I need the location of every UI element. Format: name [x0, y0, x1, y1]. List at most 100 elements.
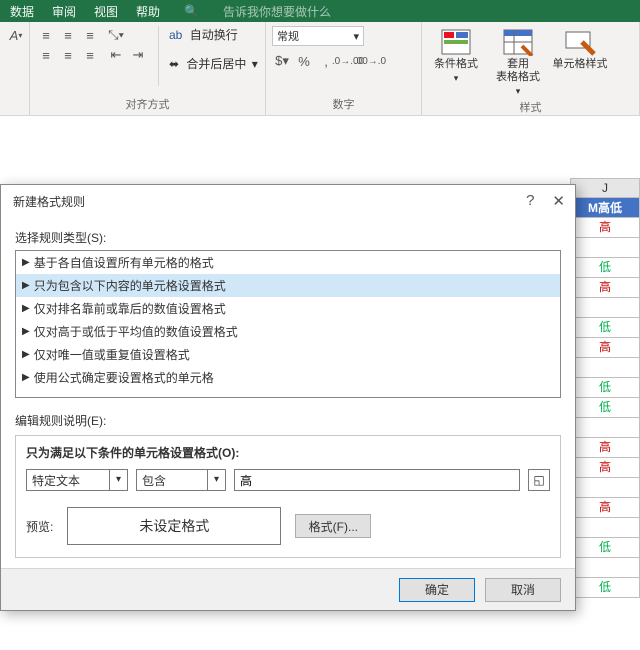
cell[interactable]: 低 [570, 378, 640, 398]
conditional-format-button[interactable]: 条件格式▾ [428, 26, 484, 97]
rule-type-text: 基于各自值设置所有单元格的格式 [34, 254, 214, 271]
rule-type-text: 仅对唯一值或重复值设置格式 [34, 346, 190, 363]
operator-select[interactable]: 包含 ▾ [136, 469, 226, 491]
tab-data[interactable]: 数据 [10, 3, 34, 20]
cell-styles-label: 单元格样式 [553, 58, 608, 71]
tab-review[interactable]: 审阅 [52, 3, 76, 20]
dialog-title: 新建格式规则 [13, 193, 85, 210]
chevron-down-icon: ▾ [207, 470, 225, 490]
cell[interactable]: 高 [570, 438, 640, 458]
cell[interactable] [570, 478, 640, 498]
cell[interactable] [570, 238, 640, 258]
cell[interactable]: 高 [570, 278, 640, 298]
select-rule-type-label: 选择规则类型(S): [15, 229, 561, 246]
search-icon: 🔍 [184, 4, 199, 18]
conditional-format-label: 条件格式 [434, 58, 478, 71]
cell[interactable]: 低 [570, 538, 640, 558]
number-group-label: 数字 [272, 94, 415, 115]
align-left-icon[interactable]: ≡ [36, 46, 56, 64]
cell[interactable]: 高 [570, 218, 640, 238]
header-cell[interactable]: M高低 [570, 198, 640, 218]
align-group-label: 对齐方式 [36, 94, 259, 115]
arrow-icon: ▶ [22, 372, 30, 383]
percent-icon[interactable]: % [294, 52, 314, 70]
arrow-icon: ▶ [22, 257, 30, 268]
cell-styles-button[interactable]: 单元格样式 [552, 26, 608, 97]
range-selector-icon[interactable]: ◱ [528, 469, 550, 491]
close-icon[interactable]: ✕ [552, 192, 565, 210]
font-style-icon[interactable]: A▾ [6, 26, 26, 44]
dec-decimal-icon[interactable]: .00→.0 [360, 52, 380, 70]
number-format-select[interactable]: 常规▾ [272, 26, 364, 46]
rule-type-item[interactable]: ▶ 只为包含以下内容的单元格设置格式 [16, 274, 560, 297]
arrow-icon: ▶ [22, 349, 30, 360]
conditional-format-icon [440, 28, 472, 56]
rule-type-item[interactable]: ▶ 仅对唯一值或重复值设置格式 [16, 343, 560, 366]
format-button[interactable]: 格式(F)... [295, 514, 371, 538]
orientation-icon[interactable]: ⤡▾ [106, 26, 126, 44]
wrap-text-label: 自动换行 [190, 26, 238, 43]
ribbon: A▾ ≡ ≡ ≡ ≡ ≡ ≡ ⤡▾ [0, 22, 640, 116]
cancel-button[interactable]: 取消 [485, 578, 561, 602]
rule-type-text: 只为包含以下内容的单元格设置格式 [34, 277, 226, 294]
tab-help[interactable]: 帮助 [136, 3, 160, 20]
format-preview: 未设定格式 [67, 507, 281, 545]
arrow-icon: ▶ [22, 326, 30, 337]
cell[interactable]: 低 [570, 578, 640, 598]
help-icon[interactable]: ? [526, 192, 534, 210]
edit-rule-desc-label: 编辑规则说明(E): [15, 412, 561, 429]
cell[interactable] [570, 518, 640, 538]
align-bottom-icon[interactable]: ≡ [80, 26, 100, 44]
indent-inc-icon[interactable]: ⇥ [128, 46, 148, 64]
column-header-j[interactable]: J [570, 178, 640, 198]
format-table-label: 套用 表格格式 [496, 58, 540, 84]
condition-header: 只为满足以下条件的单元格设置格式(O): [26, 444, 550, 461]
rule-description-section: 只为满足以下条件的单元格设置格式(O): 特定文本 ▾ 包含 ▾ ◱ 预览: 未 [15, 435, 561, 558]
indent-dec-icon[interactable]: ⇤ [106, 46, 126, 64]
format-table-button[interactable]: 套用 表格格式▾ [490, 26, 546, 97]
cell[interactable]: 高 [570, 338, 640, 358]
arrow-icon: ▶ [22, 303, 30, 314]
rule-type-item[interactable]: ▶ 仅对排名靠前或靠后的数值设置格式 [16, 297, 560, 320]
number-format-value: 常规 [277, 28, 299, 44]
chevron-down-icon: ▾ [109, 470, 127, 490]
arrow-icon: ▶ [22, 280, 30, 291]
rule-type-item[interactable]: ▶ 基于各自值设置所有单元格的格式 [16, 251, 560, 274]
dialog-footer: 确定 取消 [1, 568, 575, 610]
new-format-rule-dialog: 新建格式规则 ? ✕ 选择规则类型(S): ▶ 基于各自值设置所有单元格的格式 ▶ 只… [0, 184, 576, 611]
cell[interactable]: 低 [570, 258, 640, 278]
cell-styles-icon [564, 28, 596, 56]
cell[interactable]: 高 [570, 458, 640, 478]
rule-type-text: 使用公式确定要设置格式的单元格 [34, 369, 214, 386]
rule-type-text: 仅对高于或低于平均值的数值设置格式 [34, 323, 238, 340]
tab-view[interactable]: 视图 [94, 3, 118, 20]
merge-center-button[interactable]: ⬌ 合并后居中 ▾ [169, 55, 258, 72]
rule-type-list[interactable]: ▶ 基于各自值设置所有单元格的格式 ▶ 只为包含以下内容的单元格设置格式 ▶ 仅对排名靠前… [15, 250, 561, 398]
cell[interactable]: 低 [570, 398, 640, 418]
cell[interactable]: 高 [570, 498, 640, 518]
cell[interactable] [570, 558, 640, 578]
align-middle-icon[interactable]: ≡ [58, 26, 78, 44]
align-center-icon[interactable]: ≡ [58, 46, 78, 64]
ok-button[interactable]: 确定 [399, 578, 475, 602]
align-right-icon[interactable]: ≡ [80, 46, 100, 64]
tell-me-input[interactable]: 告诉我你想要做什么 [223, 3, 331, 20]
rule-type-item[interactable]: ▶ 仅对高于或低于平均值的数值设置格式 [16, 320, 560, 343]
condition-type-select[interactable]: 特定文本 ▾ [26, 469, 128, 491]
condition-type-value: 特定文本 [27, 472, 109, 489]
cell[interactable] [570, 418, 640, 438]
currency-icon[interactable]: $▾ [272, 52, 292, 70]
rule-type-text: 仅对排名靠前或靠后的数值设置格式 [34, 300, 226, 317]
dialog-titlebar[interactable]: 新建格式规则 ? ✕ [1, 185, 575, 217]
wrap-text-button[interactable]: ab 自动换行 [169, 26, 258, 43]
condition-value-input[interactable] [234, 469, 520, 491]
cell[interactable] [570, 298, 640, 318]
cell[interactable]: 低 [570, 318, 640, 338]
preview-label: 预览: [26, 518, 53, 535]
cell[interactable] [570, 358, 640, 378]
worksheet[interactable]: J M高低 高低高低高低低高高高低低 新建格式规则 ? ✕ 选择规则类型(S):… [0, 116, 640, 650]
rule-type-item[interactable]: ▶ 使用公式确定要设置格式的单元格 [16, 366, 560, 389]
format-table-icon [502, 28, 534, 56]
ribbon-tabs: 数据 审阅 视图 帮助 🔍 告诉我你想要做什么 [0, 0, 640, 22]
align-top-icon[interactable]: ≡ [36, 26, 56, 44]
